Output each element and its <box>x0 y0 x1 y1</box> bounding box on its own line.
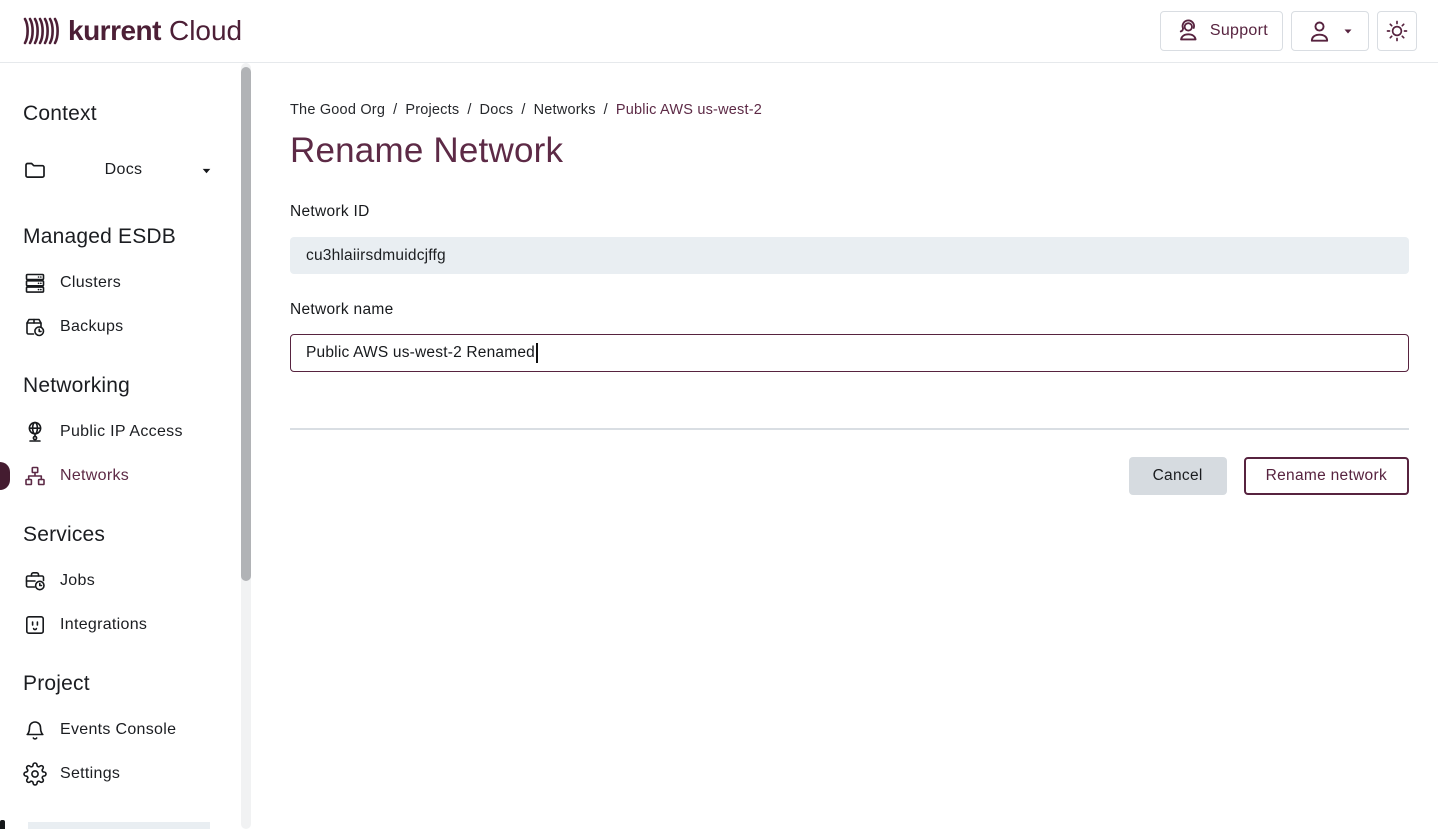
network-name-label: Network name <box>290 301 1409 319</box>
breadcrumb-current: Public AWS us-west-2 <box>616 102 762 118</box>
sidebar-item-label: Events Console <box>60 721 176 739</box>
network-name-input[interactable]: Public AWS us-west-2 Renamed <box>290 334 1409 372</box>
sidebar-item-clusters[interactable]: Clusters <box>23 261 257 305</box>
breadcrumb-networks[interactable]: Networks <box>534 102 596 118</box>
project-selector[interactable]: Docs <box>23 148 213 192</box>
user-icon <box>1306 18 1333 45</box>
sidebar-heading-services: Services <box>23 522 257 548</box>
sidebar-partial-icon <box>0 820 5 829</box>
sidebar-item-label: Jobs <box>60 572 95 590</box>
form-actions: Cancel Rename network <box>290 457 1409 495</box>
jobs-icon <box>23 569 47 593</box>
chevron-down-icon <box>200 164 213 177</box>
rename-network-button[interactable]: Rename network <box>1244 457 1409 495</box>
sidebar-item-networks[interactable]: Networks <box>23 454 257 498</box>
sidebar-item-label: Networks <box>60 467 129 485</box>
network-name-value: Public AWS us-west-2 Renamed <box>306 344 535 362</box>
breadcrumb-projects[interactable]: Projects <box>405 102 459 118</box>
network-id-field: cu3hlaiirsdmuidcjffg <box>290 237 1409 274</box>
sidebar-item-events-console[interactable]: Events Console <box>23 708 257 752</box>
network-id-value: cu3hlaiirsdmuidcjffg <box>306 247 446 265</box>
sidebar-item-settings[interactable]: Settings <box>23 752 257 796</box>
user-menu-button[interactable] <box>1291 11 1369 51</box>
section-divider <box>290 428 1409 430</box>
active-item-indicator <box>0 462 10 490</box>
theme-toggle-button[interactable] <box>1377 11 1417 51</box>
sidebar-item-label: Clusters <box>60 274 121 292</box>
sidebar-item-jobs[interactable]: Jobs <box>23 559 257 603</box>
sidebar-item-integrations[interactable]: Integrations <box>23 603 257 647</box>
settings-icon <box>23 762 47 786</box>
sidebar-heading-context: Context <box>23 101 257 127</box>
sidebar-item-label: Integrations <box>60 616 147 634</box>
support-button[interactable]: Support <box>1160 11 1283 51</box>
events-console-icon <box>23 718 47 742</box>
chevron-down-icon <box>1342 25 1354 37</box>
sun-icon <box>1385 19 1409 43</box>
sidebar: Context Docs Managed ESDB <box>0 63 257 829</box>
sound-waves-icon <box>23 14 59 48</box>
sidebar-heading-project: Project <box>23 671 257 697</box>
sidebar-scrollbar-thumb[interactable] <box>241 67 251 581</box>
headset-agent-icon <box>1175 18 1201 44</box>
breadcrumb-org[interactable]: The Good Org <box>290 102 385 118</box>
breadcrumb-project-docs[interactable]: Docs <box>480 102 514 118</box>
sidebar-partial-item <box>28 822 210 829</box>
support-label: Support <box>1210 22 1268 40</box>
backups-icon <box>23 315 47 339</box>
network-id-label: Network ID <box>290 203 1409 221</box>
header-actions: Support <box>1160 11 1417 51</box>
brand-name: kurrent Cloud <box>68 15 242 47</box>
brand-logo[interactable]: kurrent Cloud <box>23 14 242 48</box>
main-content: The Good Org / Projects / Docs / Network… <box>257 63 1438 829</box>
sidebar-heading-networking: Networking <box>23 373 257 399</box>
sidebar-item-label: Public IP Access <box>60 423 183 441</box>
sidebar-heading-managed-esdb: Managed ESDB <box>23 224 257 250</box>
breadcrumb: The Good Org / Projects / Docs / Network… <box>290 102 1409 118</box>
breadcrumb-separator: / <box>467 102 471 118</box>
clusters-icon <box>23 271 47 295</box>
folder-icon <box>23 158 47 182</box>
sidebar-scrollbar[interactable] <box>241 63 251 829</box>
networks-icon <box>23 464 47 488</box>
app-header: kurrent Cloud Support <box>0 0 1438 63</box>
sidebar-item-public-ip-access[interactable]: Public IP Access <box>23 410 257 454</box>
public-ip-icon <box>23 420 47 444</box>
breadcrumb-separator: / <box>604 102 608 118</box>
sidebar-item-backups[interactable]: Backups <box>23 305 257 349</box>
breadcrumb-separator: / <box>393 102 397 118</box>
sidebar-item-label: Backups <box>60 318 123 336</box>
sidebar-item-label: Settings <box>60 765 120 783</box>
project-selector-value: Docs <box>60 161 187 179</box>
text-cursor <box>536 343 538 363</box>
breadcrumb-separator: / <box>521 102 525 118</box>
integrations-icon <box>23 613 47 637</box>
page-title: Rename Network <box>290 131 1409 171</box>
cancel-button[interactable]: Cancel <box>1129 457 1227 495</box>
